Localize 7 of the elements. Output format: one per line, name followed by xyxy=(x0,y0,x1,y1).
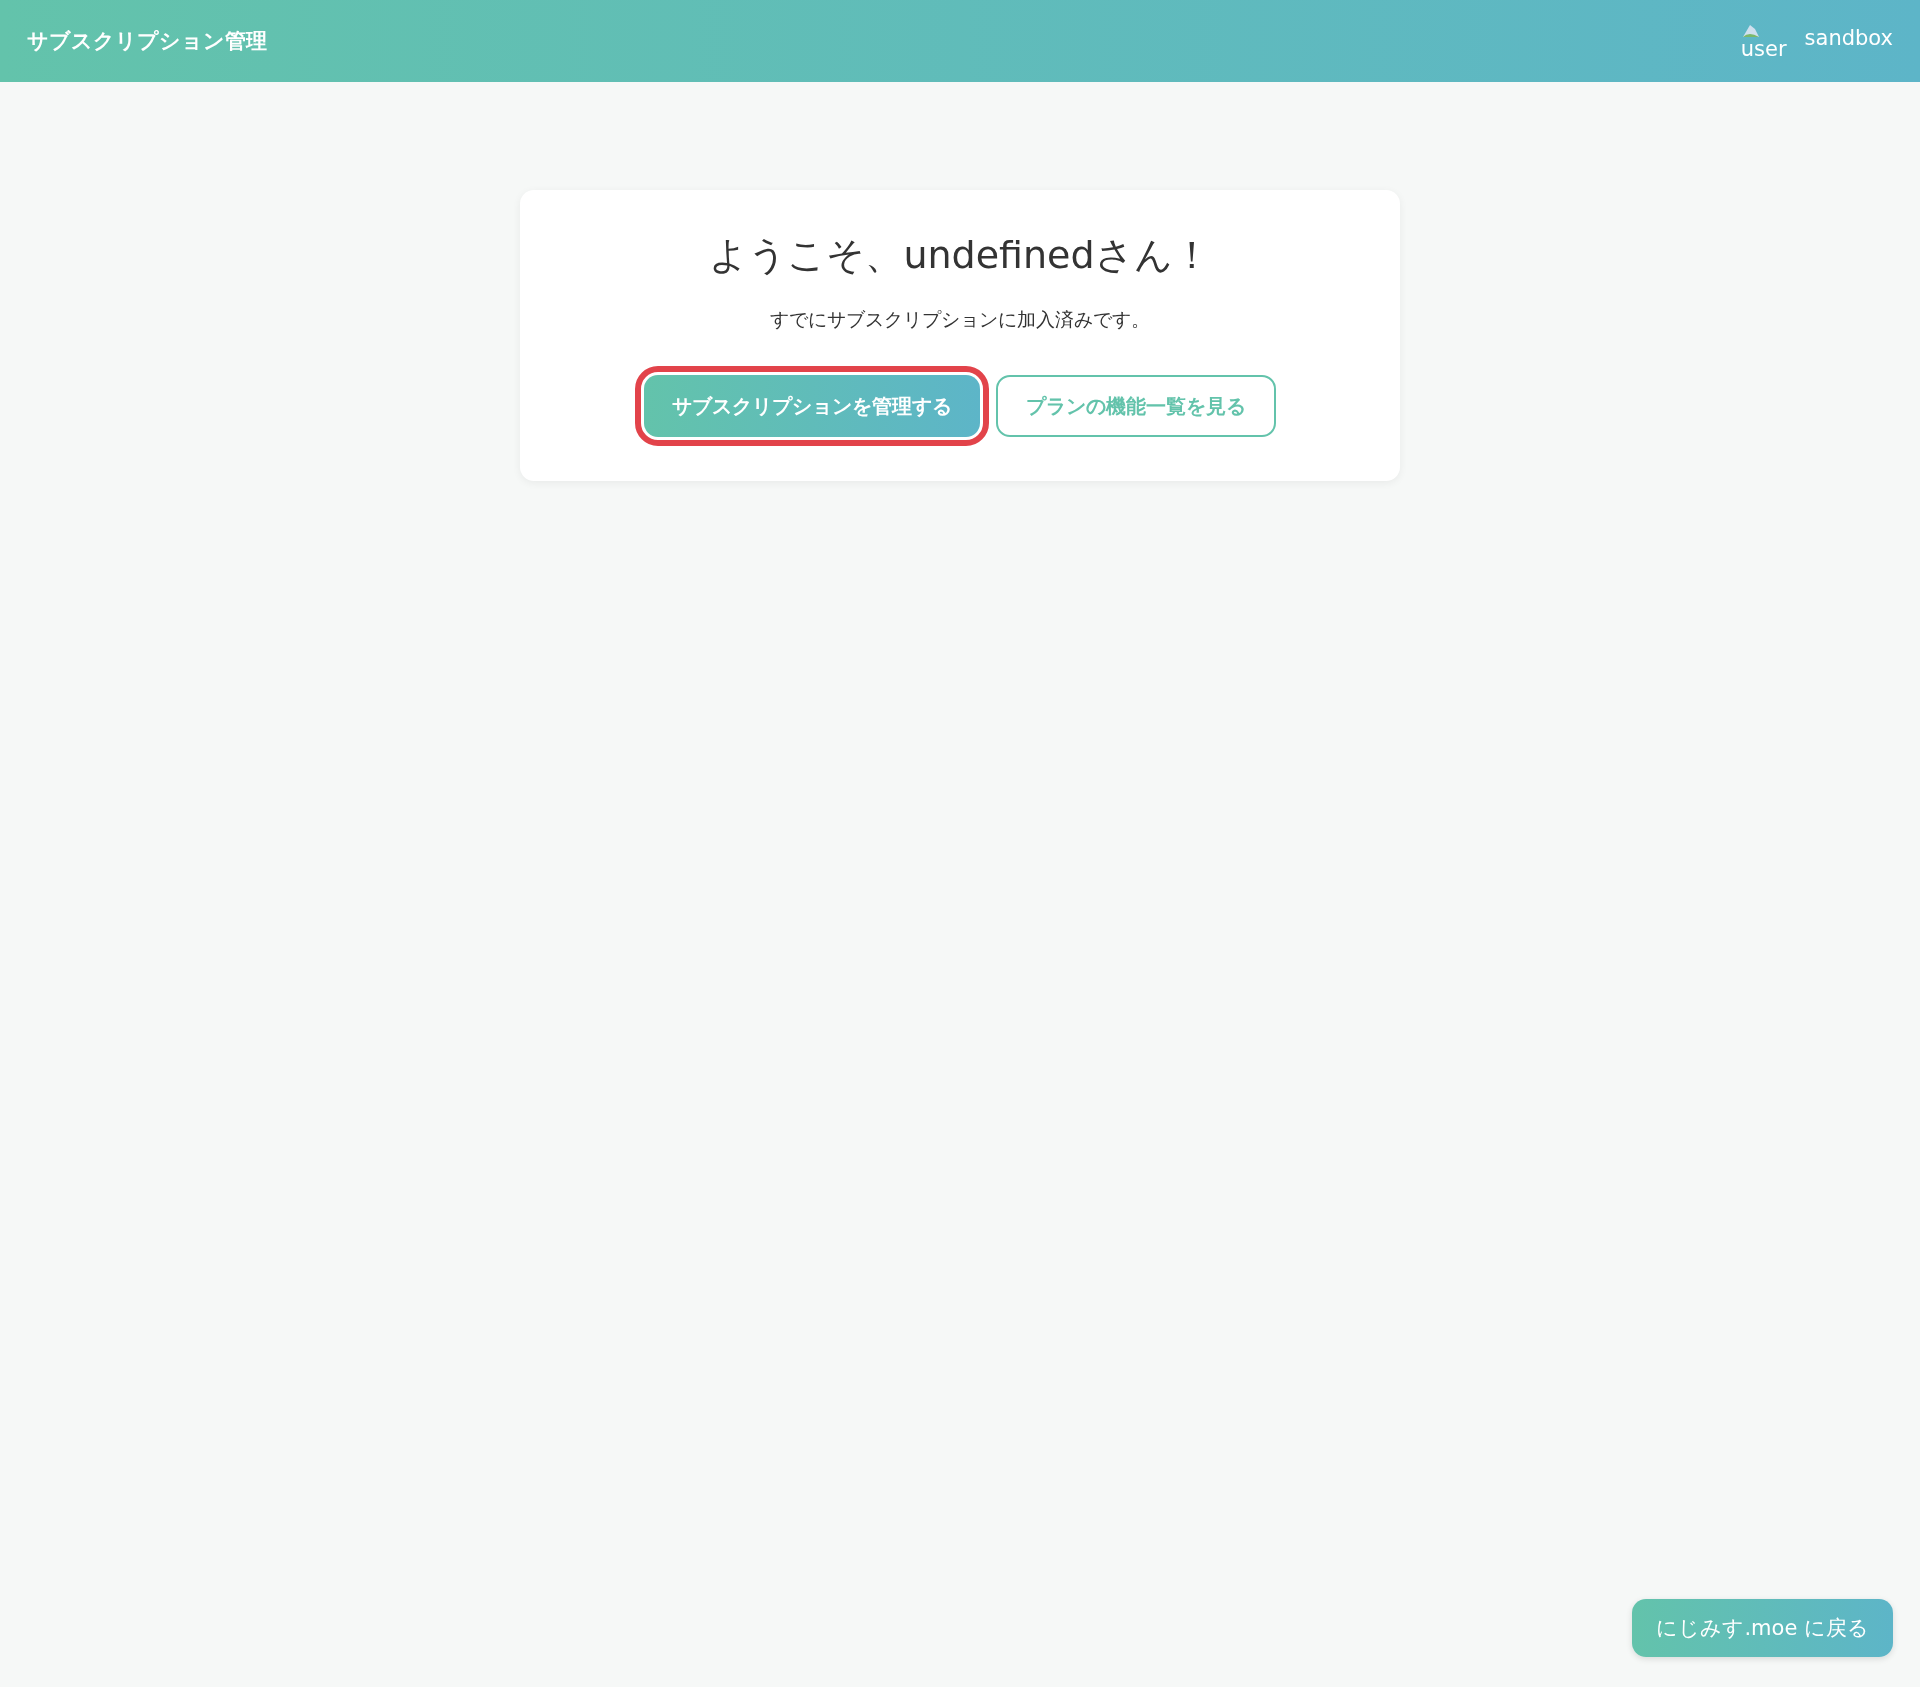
subscription-message: すでにサブスクリプションに加入済みです。 xyxy=(770,307,1150,332)
app-title: サブスクリプション管理 xyxy=(27,28,267,55)
view-plan-features-button[interactable]: プランの機能一覧を見る xyxy=(996,375,1276,437)
environment-label: sandbox xyxy=(1804,26,1893,50)
user-image-alt-text: user xyxy=(1740,37,1787,61)
back-button[interactable]: にじみす.moe に戻る xyxy=(1632,1599,1893,1657)
welcome-heading: ようこそ、undefinedさん！ xyxy=(709,232,1211,279)
